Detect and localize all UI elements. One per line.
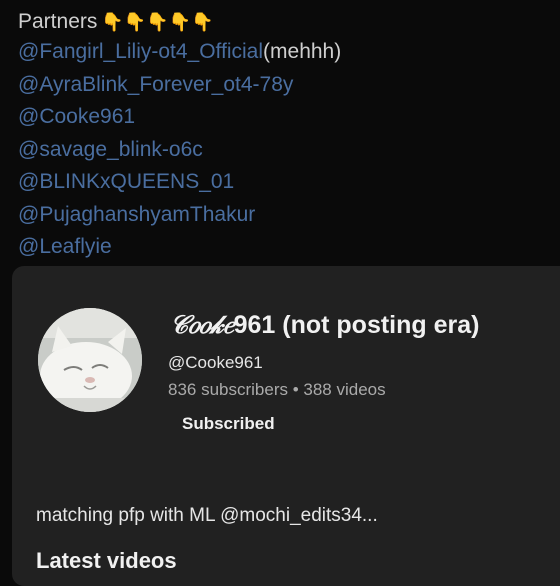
channel-description: matching pfp with ML @mochi_edits34... [36,505,378,526]
partner-note: (mehhh) [263,40,342,63]
partner-link[interactable]: @Fangirl_Liliy-ot4_Official(mehhh) [18,36,550,69]
partner-link[interactable]: @AyraBlink_Forever_ot4-78y [18,69,550,102]
partner-link[interactable]: @Cooke961 [18,101,550,134]
partner-handle[interactable]: @BLINKxQUEENS_01 [18,170,234,193]
channel-name-script: 𝒞𝑜𝑜𝓀𝑒 [170,310,234,339]
channel-stats: 836 subscribers • 388 videos [168,380,386,399]
channel-name-rest: 961 (not posting era) [233,311,480,339]
partner-handle[interactable]: @AyraBlink_Forever_ot4-78y [18,73,293,96]
partners-label: Partners [18,10,98,33]
partner-link[interactable]: @savage_blink-o6c [18,134,550,167]
channel-name[interactable]: 𝒞𝑜𝑜𝓀𝑒961 (not posting era) [170,310,479,340]
partner-link[interactable]: @BLINKxQUEENS_01 [18,166,550,199]
channel-card[interactable]: 𝒞𝑜𝑜𝓀𝑒961 (not posting era) @Cooke961 836… [12,266,560,586]
partner-handle[interactable]: @Leaflyie [18,235,112,258]
partners-heading: Partners 👇👇👇👇👇 [18,8,550,36]
latest-videos-heading: Latest videos [36,548,177,573]
pointing-down-icon: 👇👇👇👇👇 [101,12,214,32]
partner-link[interactable]: @PujaghanshyamThakur [18,199,550,232]
partner-handle[interactable]: @Fangirl_Liliy-ot4_Official [18,40,263,63]
partner-handle[interactable]: @Cooke961 [18,105,135,128]
subscribed-button[interactable]: Subscribed [182,414,275,434]
partner-handle[interactable]: @PujaghanshyamThakur [18,203,255,226]
channel-avatar[interactable] [38,308,142,412]
channel-about-text: Partners 👇👇👇👇👇 @Fangirl_Liliy-ot4_Offici… [18,8,550,264]
channel-handle: @Cooke961 [168,353,263,372]
cat-avatar-icon [38,308,142,412]
partner-link[interactable]: @Leaflyie [18,231,550,264]
partner-handle[interactable]: @savage_blink-o6c [18,138,203,161]
